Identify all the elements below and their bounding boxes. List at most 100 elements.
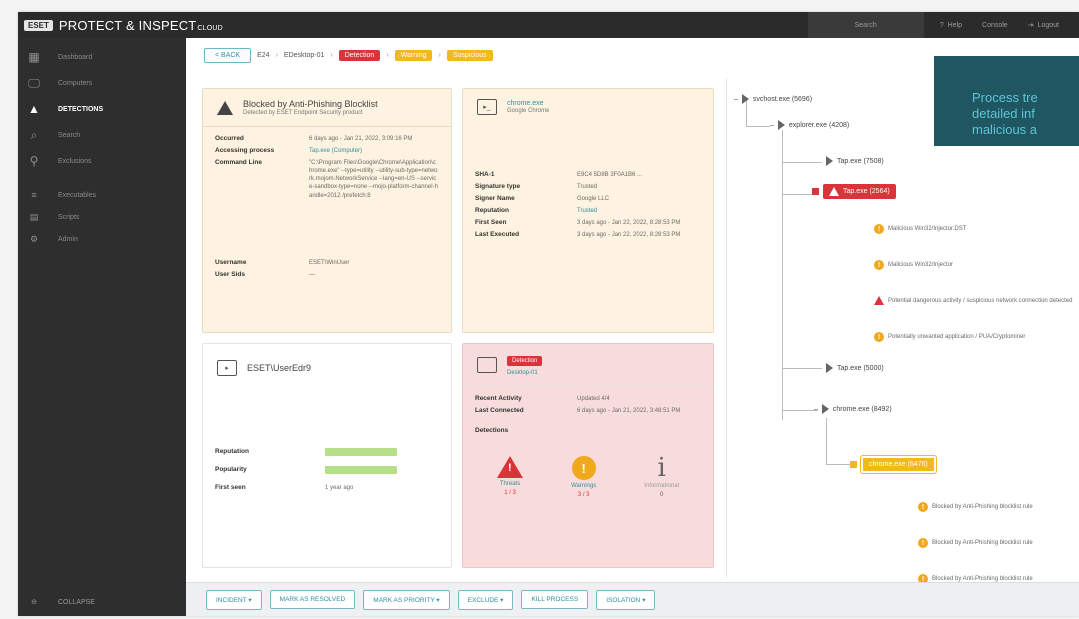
app-window: ESET PROTECT & INSPECTCLOUD Search ? Help… — [18, 12, 1079, 616]
top-right-area: Search ? Help Console ⇥ Logout — [807, 12, 1079, 38]
user-name: ESET\UserEdr9 — [247, 363, 312, 373]
tree-node[interactable]: – chrome.exe (8492) — [814, 404, 892, 414]
threat-icon — [874, 296, 884, 305]
scripts-icon: ▤ — [29, 211, 39, 222]
computer-details: Recent Activity Updated 4/4 Last Connecte… — [475, 395, 681, 435]
collapse-icon: ⊖ — [31, 599, 37, 606]
sidebar-item-exclusions[interactable]: ⚲ Exclusions — [18, 150, 186, 172]
exclude-button[interactable]: EXCLUDE ▾ — [457, 589, 514, 610]
computer-card: Detection Desktop-01 Recent Activity Upda… — [462, 343, 714, 568]
tree-detection[interactable]: ! Malicious Win32/Injector — [874, 260, 953, 270]
user-details: Reputation Popularity First seen 1 year a… — [203, 440, 451, 500]
tree-node-yellow[interactable]: chrome.exe (6476) — [850, 456, 936, 473]
threats-summary[interactable]: Threats 1 / 3 — [497, 456, 524, 498]
tree-node[interactable]: Tap.exe (7508) — [826, 156, 884, 166]
warning-icon: ! — [874, 332, 884, 342]
breadcrumb-item[interactable]: E24 — [257, 52, 269, 59]
sidebar: ▦ Dashboard 🖵 Computers ▲ DETECTIONS ⌕ Searc… — [18, 38, 186, 616]
process-icon — [741, 94, 749, 104]
product-name: PROTECT & INSPECTCLOUD — [58, 17, 223, 33]
tree-detection[interactable]: ! Malicious Win32/Injector.DST — [874, 224, 966, 234]
process-icon — [826, 363, 833, 373]
tree-detection[interactable]: ! Blocked by Anti-Phishing blocklist rule — [918, 502, 1078, 512]
warning-icon: ! — [918, 502, 928, 512]
warning-icon — [217, 100, 233, 115]
back-button[interactable]: < BACK — [204, 48, 252, 63]
sidebar-item-detections[interactable]: ▲ DETECTIONS — [18, 98, 186, 120]
eset-logo: ESET — [24, 19, 53, 31]
console-menu[interactable]: Console — [982, 22, 1008, 29]
breadcrumb-warning-tag[interactable]: Warning — [394, 50, 433, 61]
process-tree: – svchost.exe (5696) – explorer.exe (4208)… — [734, 88, 1079, 584]
process-icon: ▸_ — [477, 99, 497, 115]
info-icon: i — [657, 453, 666, 484]
top-bar: ESET PROTECT & INSPECTCLOUD Search ? Help… — [18, 12, 1079, 38]
warning-circle-icon: ! — [571, 456, 596, 481]
sidebar-item-executables[interactable]: ≡ Executables — [18, 184, 186, 206]
threat-icon — [829, 187, 839, 196]
executables-icon: ≡ — [31, 190, 37, 200]
exclusions-icon: ⚲ — [29, 154, 39, 168]
warning-icon: ! — [874, 260, 884, 270]
global-search-input[interactable]: Search — [807, 12, 924, 38]
tree-detection[interactable]: ! Blocked by Anti-Phishing blocklist rule — [918, 538, 1078, 548]
tree-node-root[interactable]: – svchost.exe (5696) — [734, 94, 812, 104]
mark-priority-button[interactable]: MARK AS PRIORITY ▾ — [363, 589, 450, 610]
computer-icon — [477, 357, 497, 373]
warning-icon: ! — [874, 224, 884, 234]
detection-subtitle: Detected by ESET Endpoint Security produ… — [243, 110, 363, 116]
detection-summary: Threats 1 / 3 ! Warnings 3 / 3 i Informa… — [463, 448, 713, 506]
informational-summary[interactable]: i Informational 0 — [644, 453, 679, 498]
process-card: ▸_ chrome.exe Google Chrome SHA-1 E9C4 5D… — [462, 88, 714, 333]
dashboard-icon: ▦ — [28, 50, 40, 64]
incident-button[interactable]: INCIDENT ▾ — [206, 589, 262, 610]
detection-card: Blocked by Anti-Phishing Blocklist Detec… — [202, 88, 452, 333]
process-subtitle: Google Chrome — [507, 108, 550, 114]
tree-node[interactable]: – explorer.exe (4208) — [770, 120, 849, 130]
user-card: ▸ ESET\UserEdr9 Reputation Popularity Fi… — [202, 343, 452, 568]
detection-details: Occurred 6 days ago - Jan 21, 2022, 3:09:… — [215, 135, 439, 279]
warning-icon: ! — [918, 538, 928, 548]
process-icon — [777, 120, 785, 130]
sidebar-item-scripts[interactable]: ▤ Scripts — [18, 206, 186, 228]
process-name[interactable]: chrome.exe — [507, 100, 549, 107]
warnings-summary[interactable]: ! Warnings 3 / 3 — [571, 456, 596, 498]
breadcrumb-item[interactable]: EDesktop-01 — [284, 52, 324, 59]
user-icon: ▸ — [217, 360, 237, 376]
tree-node[interactable]: Tap.exe (5000) — [826, 363, 884, 373]
computers-icon: 🖵 — [28, 75, 40, 90]
help-menu[interactable]: ? Help — [940, 22, 962, 29]
admin-icon: ⚙ — [29, 233, 39, 244]
search-icon: ⌕ — [30, 127, 38, 142]
mark-resolved-button[interactable]: MARK AS RESOLVED — [269, 590, 356, 609]
popularity-bar — [325, 466, 397, 474]
process-details: SHA-1 E9C4 5D8B 3F0A1B6 ... Signature typ… — [463, 163, 713, 248]
sidebar-item-dashboard[interactable]: ▦ Dashboard — [18, 46, 186, 68]
process-tree-tooltip: Process tre detailed inf malicious a — [934, 56, 1079, 146]
sha1-value: E9C4 5D8B 3F0A1B6 ... — [577, 172, 643, 178]
breadcrumb-detection-tag[interactable]: Detection — [338, 50, 381, 61]
tree-node-red[interactable]: Tap.exe (2564) — [812, 184, 896, 199]
command-line-value: "C:\Program Files\Google\Chrome\Applicat… — [309, 160, 438, 199]
reputation-bar — [325, 448, 397, 456]
detection-title: Blocked by Anti-Phishing Blocklist — [243, 99, 378, 109]
collapse-button[interactable]: ⊖ COLLAPSE — [26, 598, 95, 607]
threat-icon — [497, 456, 524, 479]
sidebar-item-admin[interactable]: ⚙ Admin — [18, 228, 186, 250]
kill-process-button[interactable]: KILL PROCESS — [521, 590, 589, 609]
sidebar-item-computers[interactable]: 🖵 Computers — [18, 72, 186, 94]
process-icon — [826, 156, 833, 166]
accessing-process-link[interactable]: Tap.exe (Computer) — [309, 147, 439, 155]
sidebar-item-search[interactable]: ⌕ Search — [18, 124, 186, 146]
isolation-button[interactable]: ISOLATION ▾ — [596, 589, 656, 610]
logout-icon: ⇥ — [1027, 22, 1034, 29]
action-bar: INCIDENT ▾ MARK AS RESOLVED MARK AS PRIO… — [186, 582, 1079, 616]
computer-link[interactable]: Desktop-01 — [507, 370, 542, 376]
help-icon: ? — [939, 21, 944, 29]
tree-detection[interactable]: ! Potentially unwanted application / PUA/… — [874, 332, 1079, 342]
tree-detection[interactable]: Potential dangerous activity / suspiciou… — [874, 296, 1079, 305]
breadcrumb-suspicious-tag[interactable]: Suspicious — [446, 50, 493, 61]
logout-menu[interactable]: ⇥ Logout — [1027, 21, 1059, 30]
breadcrumb: < BACK E24 › EDesktop-01 › Detection › W… — [204, 48, 493, 63]
computer-detection-badge: Detection — [507, 356, 543, 366]
